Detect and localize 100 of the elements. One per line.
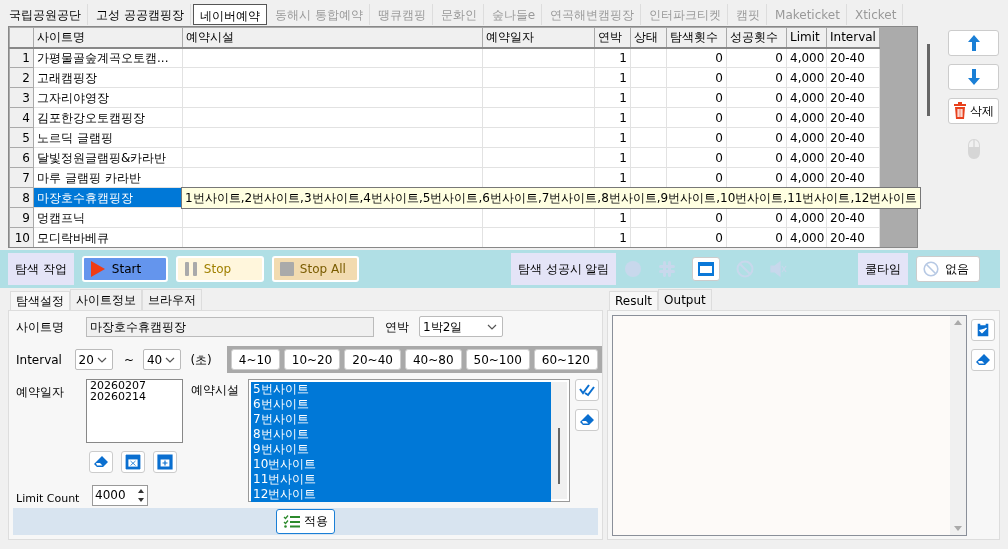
table-cell: 0: [666, 147, 727, 168]
table-cell: 4,000: [786, 147, 827, 168]
table-cell: 20-40: [826, 107, 880, 128]
double-check-icon: [579, 383, 595, 397]
table-cell: 20-40: [826, 47, 880, 68]
column-header[interactable]: 연박: [594, 27, 631, 48]
alert-toggle[interactable]: [658, 260, 677, 278]
dates-list[interactable]: 20260207 20260214: [86, 379, 183, 443]
table-cell: 0: [726, 147, 787, 168]
table-cell: 1: [594, 47, 631, 68]
cooldown-label: 쿨타임: [858, 253, 908, 285]
cooldown-button[interactable]: 없음: [916, 256, 980, 282]
field-label: Limit Count: [16, 491, 80, 507]
list-item[interactable]: 12번사이트: [251, 487, 551, 502]
table-cell: 1: [594, 147, 631, 168]
apply-button[interactable]: 적용: [276, 508, 335, 534]
select-all-button[interactable]: [575, 379, 599, 401]
alert-toggle[interactable]: [624, 260, 643, 278]
delete-button[interactable]: 삭제: [948, 98, 999, 124]
field-label: 예약일자: [16, 384, 65, 401]
table-cell: 4,000: [786, 47, 827, 68]
preset-button[interactable]: 60~120: [533, 349, 598, 370]
eraser-icon: [93, 455, 109, 469]
interval-to-dropdown[interactable]: 40: [143, 349, 182, 370]
table-cell: 그자리야영장: [33, 87, 183, 108]
site-tab[interactable]: 고성 공공캠핑장: [90, 3, 191, 25]
panel-tab[interactable]: Output: [658, 289, 712, 310]
block-icon: [736, 260, 755, 278]
clipboard-check-icon: [976, 322, 990, 338]
panel-tab[interactable]: 브라우저: [142, 289, 202, 310]
scrollbar-thumb[interactable]: [927, 44, 930, 116]
chevron-icon: [165, 356, 176, 363]
column-header[interactable]: 상태: [630, 27, 667, 48]
tooltip: 1번사이트,2번사이트,3번사이트,4번사이트,5번사이트,6번사이트,7번사이트,8번사이트,9번사이트,10번사이트,11번사이트,12번사이트: [181, 187, 922, 209]
table-cell: 0: [726, 47, 787, 68]
column-header[interactable]: 탐색횟수: [666, 27, 727, 48]
alert-toggle[interactable]: [692, 257, 721, 281]
alert-toggle[interactable]: [736, 260, 755, 278]
start-button[interactable]: Start: [81, 256, 168, 282]
preset-button[interactable]: 40~80: [404, 349, 462, 370]
column-header[interactable]: 예약일자: [482, 27, 595, 48]
task-label: 탐색 작업: [8, 253, 74, 285]
alert-toggle[interactable]: [770, 260, 789, 278]
scrollbar-thumb[interactable]: [558, 428, 560, 484]
hash-icon: [658, 260, 677, 278]
column-header[interactable]: 사이트명: [33, 27, 183, 48]
column-header[interactable]: Interval: [826, 27, 880, 48]
panel-tab[interactable]: 탐색설정: [10, 291, 70, 311]
preset-button[interactable]: 10~20: [283, 349, 341, 370]
row-number: 6: [9, 147, 34, 168]
window-icon: [697, 260, 716, 278]
table-cell: 0: [666, 107, 727, 128]
field-label: 사이트명: [16, 318, 65, 336]
eraser-button[interactable]: [971, 349, 995, 371]
site-tab[interactable]: 국립공원공단: [3, 3, 88, 25]
preset-button[interactable]: 4~10: [230, 349, 280, 370]
stop-icon: [279, 262, 294, 276]
column-header[interactable]: 성공횟수: [726, 27, 787, 48]
copy-button[interactable]: [971, 319, 995, 341]
preset-button[interactable]: 50~100: [465, 349, 530, 370]
table-cell: 0: [726, 107, 787, 128]
eraser-icon: [579, 413, 595, 427]
table-cell: 고래캠핑장: [33, 67, 183, 88]
row-number: 10: [9, 227, 34, 247]
table-cell: 0: [726, 127, 787, 148]
move-up-button[interactable]: [948, 30, 999, 56]
column-header[interactable]: Limit: [786, 27, 827, 48]
stop-button[interactable]: Stop: [175, 256, 264, 282]
eraser-button[interactable]: [89, 451, 113, 473]
site-name-field[interactable]: 마장호수휴캠핑장: [86, 316, 374, 337]
unit-label: (초): [190, 351, 212, 369]
table-cell: 가평물골숲계곡오토캠...: [33, 47, 183, 68]
column-header[interactable]: 예약시설: [182, 27, 483, 48]
table-cell: 0: [726, 67, 787, 88]
table-cell: 멍캠프닉: [33, 207, 183, 228]
table-cell: 20-40: [826, 127, 880, 148]
facility-list[interactable]: 5번사이트 6번사이트 7번사이트 8번사이트 9번사이트 10번사이트 11번사이트 12번사이트: [248, 379, 570, 502]
table-cell: 20-40: [826, 147, 880, 168]
table-cell: 노르딕 글램핑: [33, 127, 183, 148]
interval-from-dropdown[interactable]: 20: [74, 349, 113, 370]
table-cell: 4,000: [786, 107, 827, 128]
chevron-icon: [96, 356, 107, 363]
preset-button[interactable]: 20~40: [344, 349, 401, 370]
limit-spinner[interactable]: 4000: [92, 485, 148, 506]
row-number: 9: [9, 207, 34, 228]
mouse-icon: [966, 138, 981, 160]
panel-tab[interactable]: Result: [609, 291, 659, 311]
field-label: Interval: [16, 351, 63, 369]
remove-date-button[interactable]: [121, 451, 145, 473]
chevron-icon: [487, 323, 497, 330]
row-number: 7: [9, 167, 34, 188]
move-down-button[interactable]: [948, 64, 999, 90]
site-tab[interactable]: 네이버예약: [192, 3, 267, 25]
panel-tab[interactable]: 사이트정보: [70, 289, 142, 310]
eraser-button[interactable]: [575, 409, 599, 431]
calendar-x-icon: [125, 454, 141, 470]
nights-dropdown[interactable]: 1박2일: [419, 316, 503, 337]
block-icon: [923, 261, 939, 277]
stop-all-button[interactable]: Stop All: [271, 256, 359, 282]
add-date-button[interactable]: [153, 451, 177, 473]
